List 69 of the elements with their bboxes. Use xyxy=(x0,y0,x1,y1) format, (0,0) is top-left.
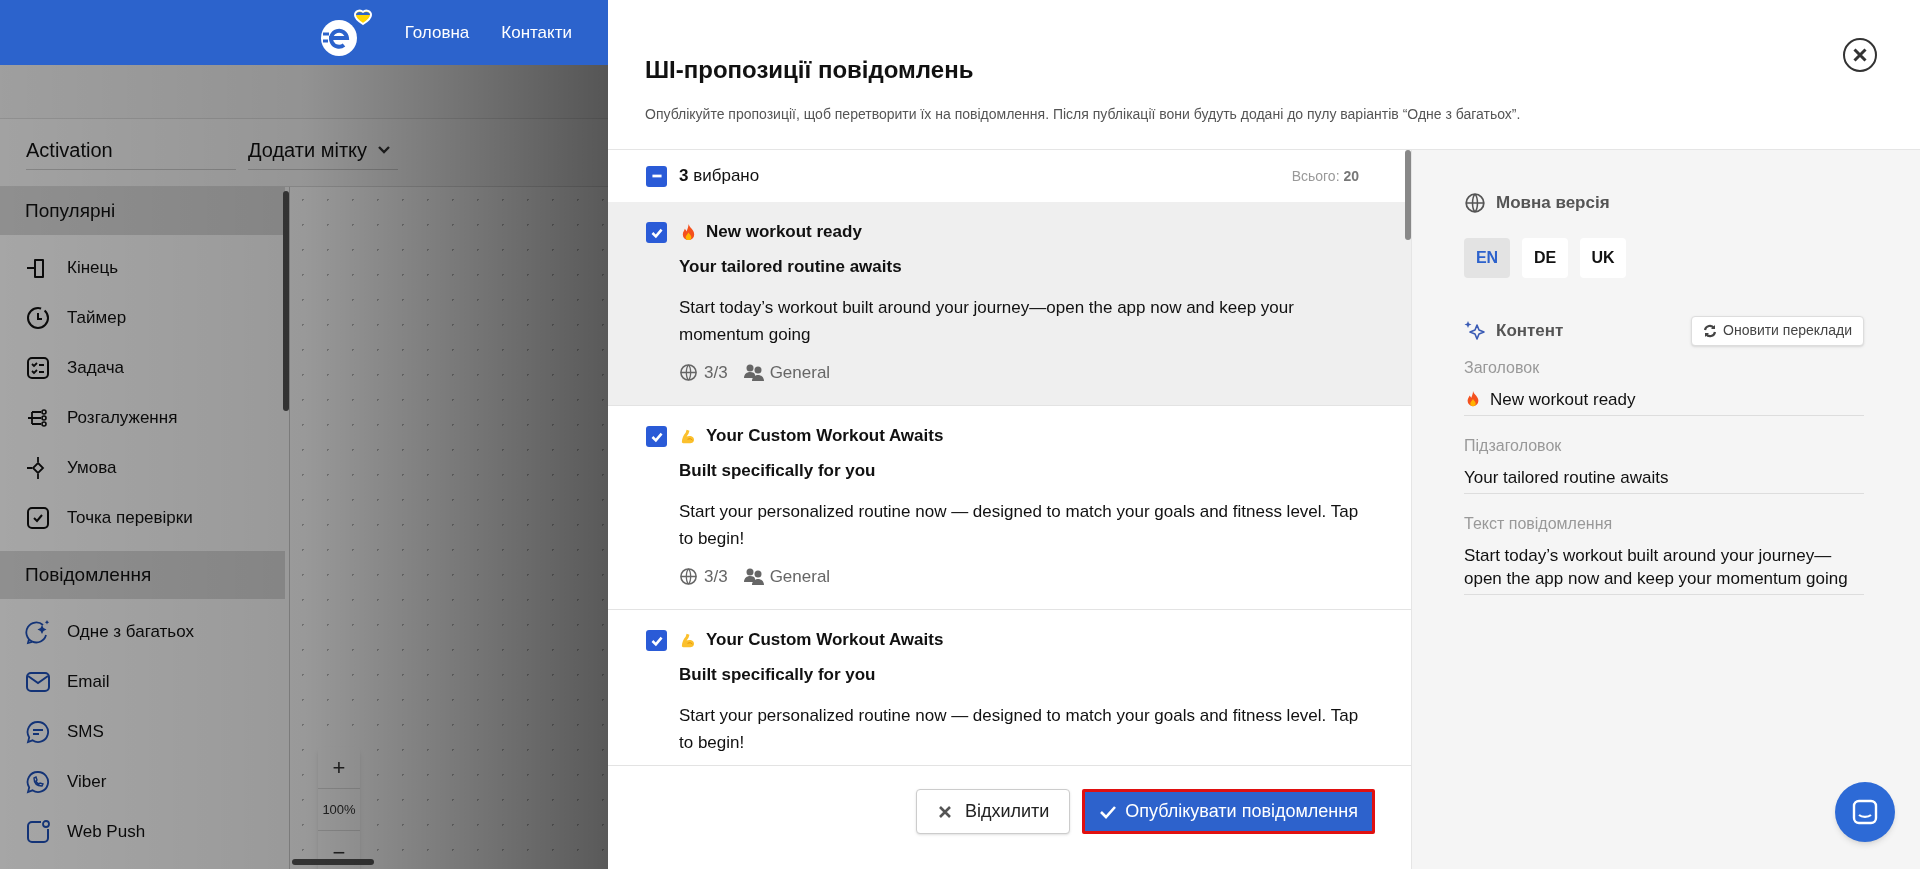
sparkles-icon xyxy=(1464,319,1486,342)
chat-bubble-icon xyxy=(25,719,51,745)
chat-launcher-button[interactable] xyxy=(1835,782,1895,842)
tag-dropdown[interactable]: Додати мітку xyxy=(248,135,398,170)
field-value: New workout ready xyxy=(1490,388,1636,411)
sparkle-chat-icon xyxy=(25,619,51,645)
clock-icon xyxy=(25,305,51,331)
nav-link[interactable]: Контакти xyxy=(501,19,572,46)
section-heading: Контент xyxy=(1496,319,1564,342)
suggestion-text: Start today’s workout built around your journey—open the app now and keep your momentum going xyxy=(679,296,1295,346)
field-label: Підзаголовок xyxy=(1464,435,1563,456)
select-all-checkbox[interactable] xyxy=(646,165,667,187)
suggestion-checkbox[interactable] xyxy=(646,630,667,651)
chat-icon xyxy=(1851,798,1879,826)
section-header: Популярні xyxy=(0,187,285,235)
suggestion-subtitle: Your tailored routine awaits xyxy=(679,256,903,278)
section-heading: Мовна версія xyxy=(1496,192,1610,214)
field-label: Текст повідомлення xyxy=(1464,513,1614,534)
field-label: Заголовок xyxy=(1464,357,1541,378)
close-icon xyxy=(1842,37,1878,73)
globe-icon xyxy=(679,362,698,382)
refresh-translations-button[interactable]: Оновити переклади xyxy=(1691,315,1864,346)
horizontal-scrollbar[interactable] xyxy=(292,859,374,865)
selected-count: 3 вибрано xyxy=(679,165,761,188)
language-count: 3/3 xyxy=(704,565,728,588)
suggestion-title: Your Custom Workout Awaits xyxy=(706,629,944,652)
notification-window-icon xyxy=(25,819,51,845)
zoom-level: 100% xyxy=(318,789,360,831)
name-field[interactable]: Activation xyxy=(26,135,236,170)
suggestion-subtitle: Built specifically for you xyxy=(679,664,877,686)
dialog-description: Опублікуйте пропозиції, щоб перетворити їх на повідомлення. Після публікації вони будуть додані до пулу варіантів “Одне з багатьох”. xyxy=(645,105,1522,124)
suggestion-checkbox[interactable] xyxy=(646,222,667,243)
publish-button[interactable]: Опублікувати повідомлення xyxy=(1082,789,1375,834)
close-icon xyxy=(936,803,953,820)
close-button[interactable] xyxy=(1842,37,1878,73)
suggestion-subtitle: Built specifically for you xyxy=(679,460,877,482)
dialog-title: ШІ-пропозиції повідомлень xyxy=(645,55,974,85)
language-tab[interactable]: UK xyxy=(1580,237,1626,278)
envelope-icon xyxy=(25,669,51,695)
segment-label: General xyxy=(769,361,831,384)
language-tab[interactable]: EN xyxy=(1464,237,1510,278)
checklist-icon xyxy=(25,355,51,381)
segment-label: General xyxy=(769,565,831,588)
scrollbar-thumb[interactable] xyxy=(1405,150,1411,240)
field-value: Your tailored routine awaits xyxy=(1464,466,1669,489)
language-count: 3/3 xyxy=(704,361,728,384)
reject-button[interactable]: Відхилити xyxy=(915,789,1071,834)
phone-bubble-icon xyxy=(25,769,51,795)
suggestion-title: New workout ready xyxy=(706,221,862,244)
checkbox-icon xyxy=(25,505,51,531)
total-count: Всього: 20 xyxy=(1291,166,1359,186)
field-value: Start today’s workout built around your journey—open the app now and keep your momentum going xyxy=(1464,544,1849,590)
scrollbar-thumb[interactable] xyxy=(283,191,289,411)
suggestion-card[interactable]: New workout ready Your tailored routine awaits Start today’s workout built around your journey—open the app now and keep your momentum going 3/3 General xyxy=(608,202,1411,406)
globe-icon xyxy=(1464,191,1486,214)
suggestion-text: Start your personalized routine now — designed to match your goals and fitness level. Tap to begin! xyxy=(679,704,1360,754)
suggestion-text: Start your personalized routine now — designed to match your goals and fitness level. Tap to begin! xyxy=(679,500,1360,550)
nav-link[interactable]: Головна xyxy=(404,19,470,46)
chevron-down-icon xyxy=(377,145,392,155)
zoom-in-button[interactable]: + xyxy=(318,747,360,789)
suggestion-title: Your Custom Workout Awaits xyxy=(706,425,944,448)
zoom-out-button[interactable]: − xyxy=(318,831,360,869)
globe-icon xyxy=(679,566,698,586)
people-icon xyxy=(743,363,764,382)
language-tab[interactable]: DE xyxy=(1522,237,1568,278)
section-header: Повідомлення xyxy=(0,551,285,599)
refresh-icon xyxy=(1703,323,1718,338)
people-icon xyxy=(743,567,764,586)
suggestion-checkbox[interactable] xyxy=(646,426,667,447)
